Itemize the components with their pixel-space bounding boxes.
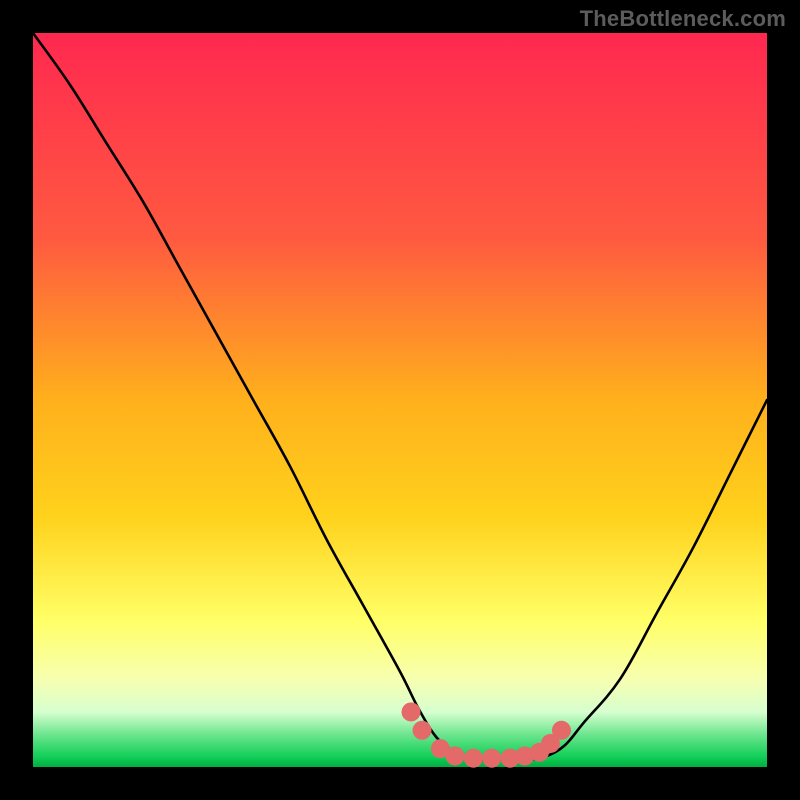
highlight-dot bbox=[482, 749, 501, 768]
highlight-dot bbox=[464, 749, 483, 768]
bottleneck-chart bbox=[0, 0, 800, 800]
highlight-dot bbox=[552, 721, 571, 740]
highlight-dot bbox=[402, 702, 421, 721]
highlight-dot bbox=[446, 746, 465, 765]
chart-frame: TheBottleneck.com bbox=[0, 0, 800, 800]
highlight-dot bbox=[413, 721, 432, 740]
